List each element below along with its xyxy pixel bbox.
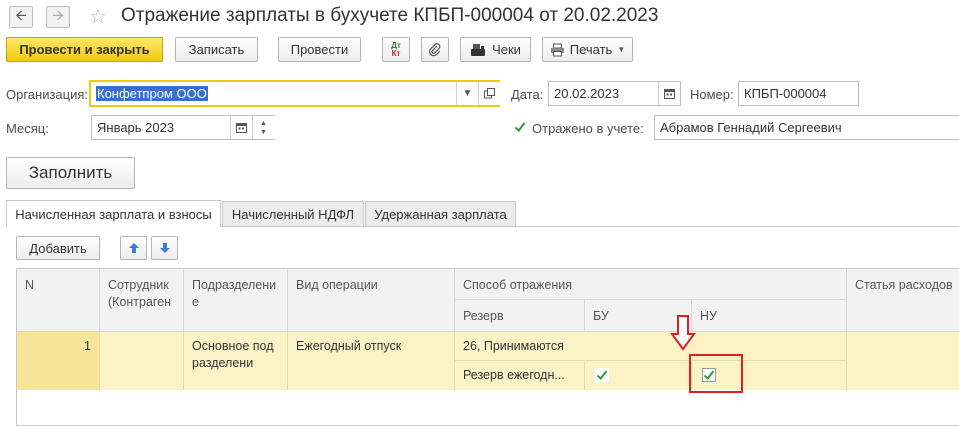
star-icon[interactable]: ☆ — [89, 4, 107, 29]
print-button[interactable]: Печать ▼ — [542, 37, 633, 62]
column-header-method[interactable]: Способ отражения — [455, 269, 847, 300]
checkmark-icon — [596, 370, 608, 380]
org-dropdown-button[interactable]: ▼ — [456, 82, 478, 105]
checkmark-icon — [514, 122, 526, 132]
page-title: Отражение зарплаты в бухучете КПБП-00000… — [121, 5, 659, 26]
org-field[interactable]: Конфетпром ООО — [89, 80, 500, 107]
reflected-label: Отражено в учете: — [532, 121, 644, 136]
calendar-icon — [664, 89, 675, 99]
tab-withheld-salary[interactable]: Удержанная зарплата — [365, 201, 516, 226]
month-calendar-button[interactable] — [230, 116, 252, 139]
move-up-button[interactable] — [120, 236, 147, 260]
arrow-up-icon — [128, 243, 139, 253]
row-expense[interactable] — [847, 332, 959, 390]
chevron-down-icon: ▼ — [617, 45, 626, 54]
row-bu-cell[interactable] — [585, 361, 692, 390]
org-open-button[interactable] — [478, 82, 500, 105]
attach-button[interactable] — [421, 37, 449, 62]
number-field[interactable]: КПБП-000004 — [738, 81, 859, 106]
date-calendar-button[interactable] — [658, 82, 680, 105]
column-header-nu[interactable]: НУ — [692, 300, 847, 332]
post-button[interactable]: Провести — [278, 37, 361, 62]
checks-button[interactable]: Чеки — [460, 37, 531, 62]
month-label: Месяц: — [6, 121, 49, 136]
tab-accrued-salary[interactable]: Начисленная зарплата и взносы — [6, 200, 221, 227]
column-header-reserve[interactable]: Резерв — [455, 300, 585, 332]
fill-button[interactable]: Заполнить — [6, 157, 135, 189]
column-header-operation[interactable]: Вид операции — [288, 269, 455, 332]
tab-accrued-ndfl[interactable]: Начисленный НДФЛ — [222, 201, 364, 226]
row-employee[interactable] — [100, 332, 184, 390]
number-label: Номер: — [690, 87, 734, 102]
row-method[interactable]: 26, Принимаются — [455, 332, 847, 361]
arrow-down-icon — [159, 243, 170, 253]
chevron-down-icon: ▼ — [462, 88, 473, 99]
row-operation[interactable]: Ежегодный отпуск — [288, 332, 455, 390]
month-spinner[interactable]: ▲ ▼ — [252, 116, 274, 139]
chevron-up-icon: ▲ — [260, 119, 267, 127]
open-form-icon — [484, 88, 495, 99]
row-department[interactable]: Основное подразделени — [184, 332, 288, 390]
save-button[interactable]: Записать — [175, 37, 258, 62]
org-label: Организация: — [6, 87, 89, 102]
forward-button[interactable]: 🡪 — [46, 6, 70, 28]
dt-kt-button[interactable]: Дт Кт — [382, 37, 410, 62]
accruals-table[interactable]: N Сотрудник (Контраген Подразделение Вид… — [16, 268, 959, 426]
bu-checkbox[interactable] — [595, 368, 609, 382]
annotation-arrow-icon — [670, 315, 696, 351]
paperclip-icon — [429, 42, 441, 56]
column-header-expense[interactable]: Статья расходов — [847, 269, 959, 332]
column-header-n[interactable]: N — [17, 269, 100, 332]
dt-kt-icon: Дт Кт — [391, 40, 401, 58]
responsible-field[interactable]: Абрамов Геннадий Сергеевич — [654, 115, 959, 140]
arrow-right-icon: 🡪 — [52, 7, 64, 23]
chevron-down-icon: ▼ — [260, 128, 267, 136]
arrow-left-icon: 🡨 — [15, 7, 27, 23]
reflected-checkbox[interactable] — [513, 120, 527, 134]
annotation-highlight-box — [689, 354, 743, 393]
back-button[interactable]: 🡨 — [9, 6, 33, 28]
printer-icon — [550, 43, 564, 56]
calendar-icon — [236, 123, 247, 133]
move-down-button[interactable] — [151, 236, 178, 260]
cash-register-icon — [471, 43, 486, 56]
date-label: Дата: — [511, 87, 544, 102]
column-header-department[interactable]: Подразделение — [184, 269, 288, 332]
column-header-employee[interactable]: Сотрудник (Контраген — [100, 269, 184, 332]
row-reserve[interactable]: Резерв ежегодн... — [455, 361, 585, 390]
row-number[interactable]: 1 — [17, 332, 100, 390]
add-button[interactable]: Добавить — [16, 236, 100, 260]
post-and-close-button[interactable]: Провести и закрыть — [6, 37, 163, 62]
